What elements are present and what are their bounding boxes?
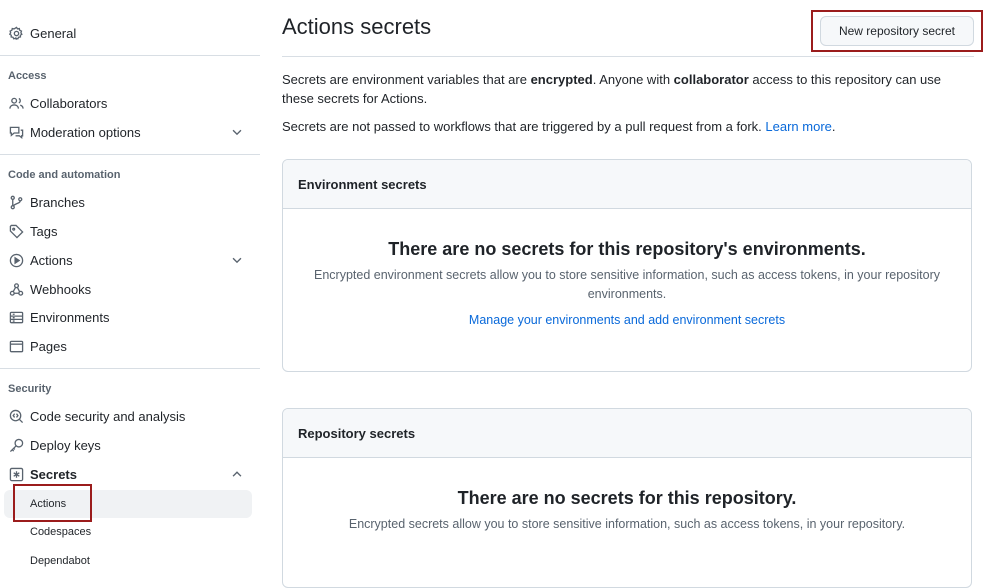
intro-text: Secrets are environment variables that a… xyxy=(282,70,972,108)
settings-sidebar: General Access Collaborators Moderation … xyxy=(0,0,260,567)
people-icon xyxy=(8,95,24,111)
environment-secrets-header: Environment secrets xyxy=(283,160,971,209)
fork-note: Secrets are not passed to workflows that… xyxy=(282,117,972,136)
repository-secrets-header: Repository secrets xyxy=(283,409,971,458)
section-heading-security: Security xyxy=(8,383,52,395)
sidebar-item-general[interactable]: General xyxy=(0,19,252,47)
highlight-box-new-secret xyxy=(811,10,983,52)
chevron-up-icon[interactable] xyxy=(230,467,244,481)
highlight-box-actions xyxy=(13,484,92,522)
server-icon xyxy=(8,309,24,325)
intro-bold-collaborator: collaborator xyxy=(673,72,749,87)
sidebar-item-deploy-keys[interactable]: Deploy keys xyxy=(0,431,252,459)
sidebar-item-environments[interactable]: Environments xyxy=(0,303,252,331)
sidebar-item-label: Collaborators xyxy=(30,95,108,111)
empty-state-title: There are no secrets for this repository… xyxy=(388,239,866,259)
section-heading-code-automation: Code and automation xyxy=(8,169,121,181)
environment-secrets-panel: Environment secrets There are no secrets… xyxy=(282,159,972,372)
sidebar-item-moderation[interactable]: Moderation options xyxy=(0,118,252,146)
empty-state-title: There are no secrets for this repository… xyxy=(457,488,797,508)
section-heading-access: Access xyxy=(8,70,47,82)
sidebar-item-label: Deploy keys xyxy=(30,437,101,453)
codescan-icon xyxy=(8,408,24,424)
chevron-down-icon[interactable] xyxy=(230,125,244,139)
sidebar-item-label: Code security and analysis xyxy=(30,408,186,424)
sidebar-item-actions[interactable]: Actions xyxy=(0,246,252,274)
sidebar-item-label: Actions xyxy=(30,252,73,268)
sidebar-item-label: Environments xyxy=(30,309,110,325)
repository-secrets-panel: Repository secrets There are no secrets … xyxy=(282,408,972,588)
sidebar-subitem-codespaces[interactable]: Codespaces xyxy=(0,518,252,546)
sidebar-subitem-label: Codespaces xyxy=(30,526,92,538)
sidebar-subitem-dependabot[interactable]: Dependabot xyxy=(0,547,252,575)
intro-bold-encrypted: encrypted xyxy=(530,72,593,87)
title-divider xyxy=(282,56,974,57)
git-branch-icon xyxy=(8,194,24,210)
intro-text-part: Secrets are environment variables that a… xyxy=(282,72,531,87)
manage-environments-link[interactable]: Manage your environments and add environ… xyxy=(469,313,785,327)
fork-note-text: Secrets are not passed to workflows that… xyxy=(282,119,766,134)
tag-icon xyxy=(8,223,24,239)
sidebar-item-tags[interactable]: Tags xyxy=(0,217,252,245)
learn-more-link[interactable]: Learn more xyxy=(765,119,831,134)
comment-discussion-icon xyxy=(8,124,24,140)
key-icon xyxy=(8,437,24,453)
environment-secrets-empty-state: There are no secrets for this repository… xyxy=(283,239,971,329)
sidebar-item-label: General xyxy=(30,25,77,41)
divider xyxy=(0,154,260,155)
intro-text-part: . Anyone with xyxy=(592,72,674,87)
page-title: Actions secrets xyxy=(282,14,432,39)
sidebar-item-label: Moderation options xyxy=(30,124,141,140)
sidebar-item-branches[interactable]: Branches xyxy=(0,188,252,216)
sidebar-item-code-security[interactable]: Code security and analysis xyxy=(0,402,252,430)
sidebar-item-label: Tags xyxy=(30,223,58,239)
webhook-icon xyxy=(8,281,24,297)
chevron-down-icon[interactable] xyxy=(230,253,244,267)
divider xyxy=(0,368,260,369)
sidebar-item-label: Pages xyxy=(30,338,67,354)
sidebar-item-label: Webhooks xyxy=(30,281,92,297)
sidebar-item-label: Branches xyxy=(30,194,85,210)
play-icon xyxy=(8,252,24,268)
gear-icon xyxy=(8,25,24,41)
divider xyxy=(0,55,260,56)
empty-state-description: Encrypted secrets allow you to store sen… xyxy=(348,517,906,531)
key-asterisk-icon xyxy=(8,466,24,482)
sidebar-item-webhooks[interactable]: Webhooks xyxy=(0,275,252,303)
sidebar-item-label: Secrets xyxy=(30,466,77,482)
sidebar-item-pages[interactable]: Pages xyxy=(0,332,252,360)
repository-secrets-empty-state: There are no secrets for this repository… xyxy=(283,488,971,534)
fork-note-end: . xyxy=(831,119,836,134)
sidebar-item-collaborators[interactable]: Collaborators xyxy=(0,89,252,117)
browser-icon xyxy=(8,338,24,354)
empty-state-description: Encrypted environment secrets allow you … xyxy=(314,268,940,301)
sidebar-subitem-label: Dependabot xyxy=(30,555,90,567)
